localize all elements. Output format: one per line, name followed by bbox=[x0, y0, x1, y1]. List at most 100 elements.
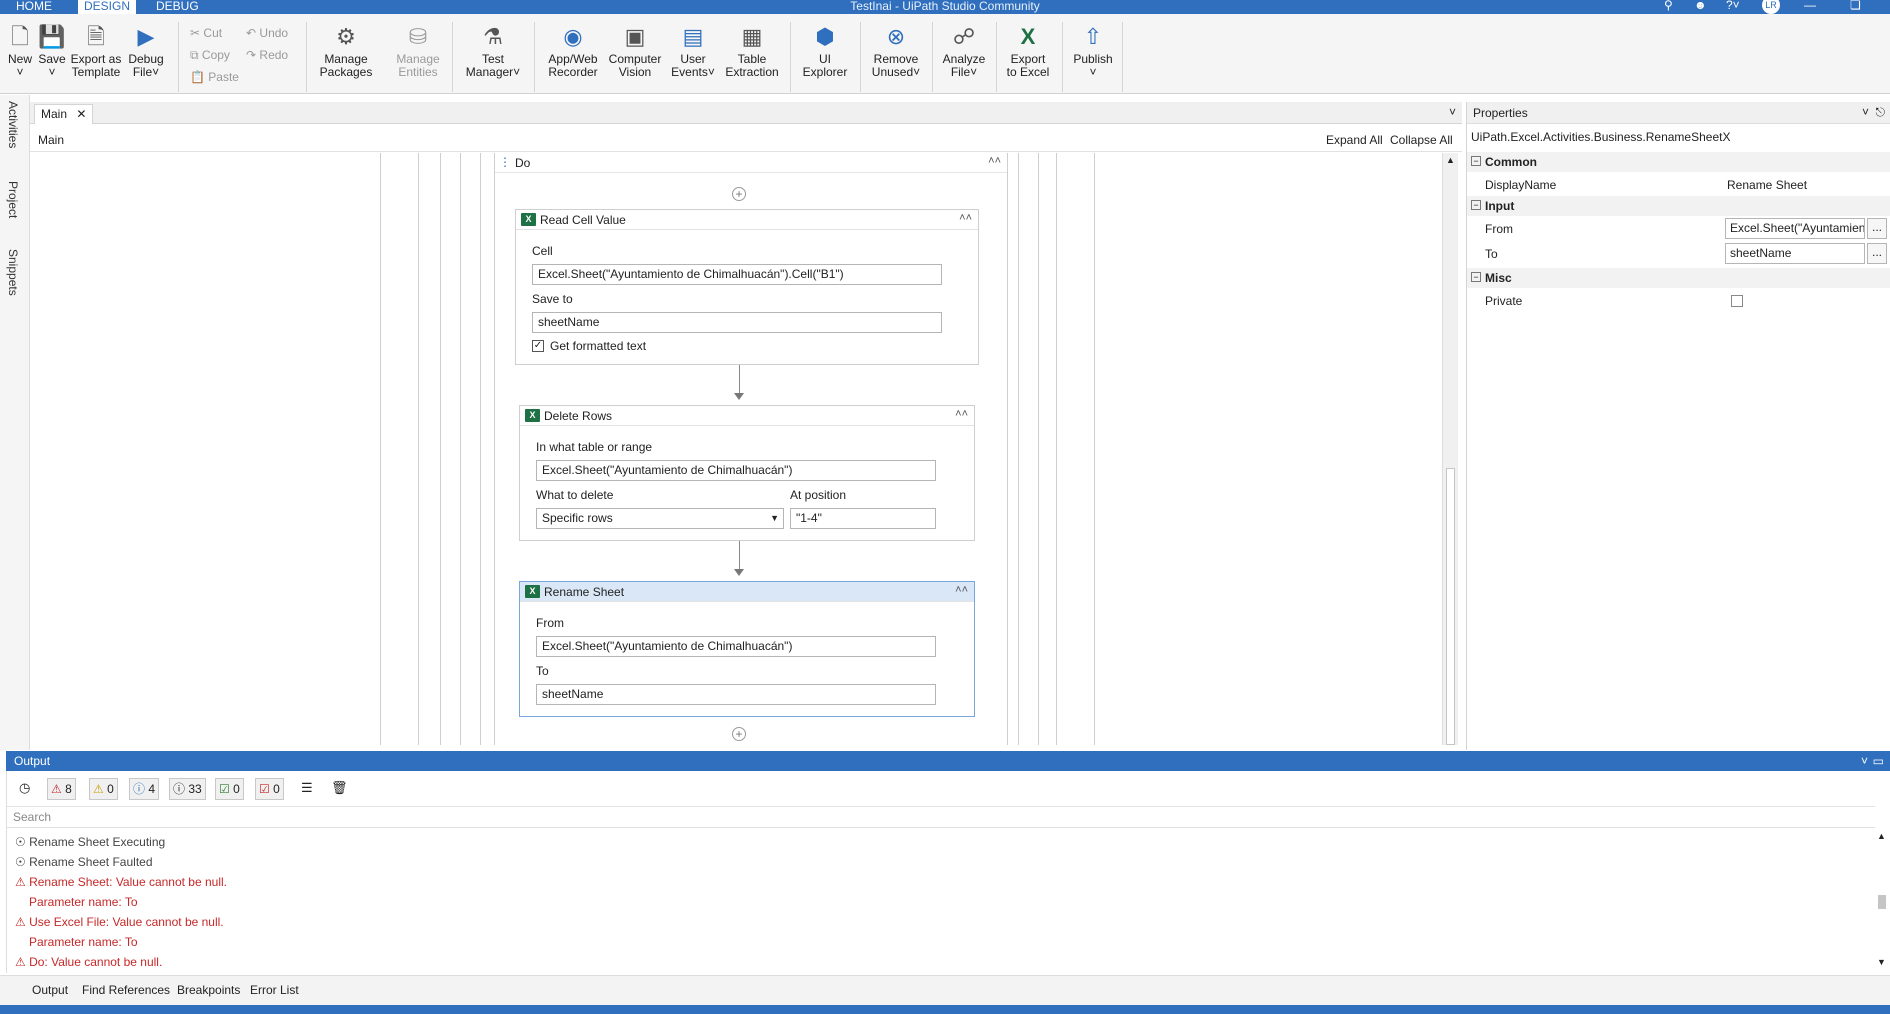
do-header[interactable]: ⋮ Do ˄˄ bbox=[495, 153, 1007, 173]
chevron-down-icon[interactable]: ˅ bbox=[1861, 754, 1868, 768]
tab-main[interactable]: Main ✕ bbox=[34, 104, 94, 124]
log-entry[interactable]: ☉ Rename Sheet Executing bbox=[15, 835, 165, 849]
computer-vision-button[interactable]: ▣ Computer Vision bbox=[606, 24, 664, 79]
from-ellipsis-button[interactable]: ... bbox=[1867, 218, 1887, 239]
close-icon[interactable]: ✕ bbox=[76, 107, 86, 121]
success-filter-button[interactable]: ☑ 0 bbox=[215, 778, 244, 800]
minimize-icon[interactable]: — bbox=[1804, 0, 1816, 12]
help-icon[interactable]: ?˅ bbox=[1726, 0, 1740, 12]
failed-filter-button[interactable]: ☑ 0 bbox=[255, 778, 284, 800]
save-to-input[interactable]: sheetName bbox=[532, 312, 942, 333]
output-search-input[interactable]: Search bbox=[7, 806, 1875, 828]
output-scrollbar[interactable]: ▲ ▼ bbox=[1875, 831, 1889, 971]
log-entry[interactable]: ⚠ Use Excel File: Value cannot be null. bbox=[15, 915, 224, 929]
trash-icon[interactable]: 🗑 bbox=[331, 780, 348, 796]
log-entry[interactable]: ☉ Rename Sheet Faulted bbox=[15, 855, 153, 869]
restore-icon[interactable]: ▭ bbox=[1873, 754, 1884, 768]
from-input[interactable]: Excel.Sheet("Ayuntamiento de Chimalhuacá… bbox=[536, 636, 936, 657]
expand-all-button[interactable]: Expand All bbox=[1326, 133, 1383, 147]
publish-button[interactable]: ⇧ Publish ˅ bbox=[1068, 24, 1118, 79]
activities-tab[interactable]: Activities bbox=[6, 101, 20, 148]
to-prop-input[interactable]: sheetName bbox=[1725, 243, 1865, 264]
at-position-input[interactable]: "1-4" bbox=[790, 508, 936, 529]
rename-sheet-header[interactable]: X Rename Sheet ˄˄ bbox=[520, 582, 974, 602]
log-entry[interactable]: Parameter name: To bbox=[29, 895, 138, 909]
range-input[interactable]: Excel.Sheet("Ayuntamiento de Chimalhuacá… bbox=[536, 460, 936, 481]
read-cell-value-activity[interactable]: X Read Cell Value ˄˄ Cell Excel.Sheet("A… bbox=[515, 209, 979, 365]
delete-rows-activity[interactable]: X Delete Rows ˄˄ In what table or range … bbox=[519, 405, 975, 541]
test-manager-button[interactable]: ⚗ Test Manager˅ bbox=[460, 24, 526, 79]
project-tab[interactable]: Project bbox=[6, 181, 20, 218]
clock-icon[interactable]: ◷ bbox=[19, 780, 30, 796]
user-events-button[interactable]: ▤ User Events˅ bbox=[668, 24, 718, 79]
trace-filter-button[interactable]: ⓘ 33 bbox=[169, 778, 206, 800]
tab-breakpoints[interactable]: Breakpoints bbox=[177, 983, 240, 997]
delete-rows-header[interactable]: X Delete Rows ˄˄ bbox=[520, 406, 974, 426]
scroll-up-icon[interactable]: ▲ bbox=[1877, 831, 1886, 841]
chevron-down-icon[interactable]: ˅ bbox=[1449, 105, 1456, 119]
scroll-thumb[interactable] bbox=[1446, 468, 1455, 745]
what-to-delete-select[interactable]: Specific rows ▼ bbox=[536, 508, 784, 529]
collapse-icon[interactable]: ˄˄ bbox=[955, 584, 968, 596]
collapse-icon[interactable]: ˄˄ bbox=[959, 212, 972, 224]
collapse-icon[interactable]: ˄˄ bbox=[988, 155, 1001, 167]
cell-input[interactable]: Excel.Sheet("Ayuntamiento de Chimalhuacá… bbox=[532, 264, 942, 285]
display-name-value[interactable]: Rename Sheet bbox=[1727, 178, 1807, 192]
private-checkbox[interactable] bbox=[1731, 295, 1743, 307]
tab-find-references[interactable]: Find References bbox=[82, 983, 170, 997]
workflow-canvas[interactable]: ⋮ Do ˄˄ + X Read Cell Value ˄˄ Cell Exce… bbox=[30, 153, 1442, 745]
collapse-category-icon[interactable]: − bbox=[1471, 156, 1481, 166]
redo-button[interactable]: ↷ Redo bbox=[246, 48, 288, 62]
do-container[interactable]: ⋮ Do ˄˄ + X Read Cell Value ˄˄ Cell Exce… bbox=[494, 153, 1008, 745]
export-template-button[interactable]: 🗎 Export as Template bbox=[70, 24, 122, 79]
export-excel-button[interactable]: X Export to Excel bbox=[1002, 24, 1054, 79]
search-icon[interactable]: ⚲ bbox=[1664, 0, 1673, 12]
canvas-scrollbar[interactable]: ▲ bbox=[1442, 153, 1458, 745]
log-entry[interactable]: ⚠ Rename Sheet: Value cannot be null. bbox=[15, 875, 227, 889]
tab-error-list[interactable]: Error List bbox=[250, 983, 299, 997]
warnings-filter-button[interactable]: ⚠ 0 bbox=[89, 778, 118, 800]
to-ellipsis-button[interactable]: ... bbox=[1867, 243, 1887, 264]
errors-filter-button[interactable]: ⚠ 8 bbox=[47, 778, 76, 800]
paste-button[interactable]: 📋 Paste bbox=[190, 70, 239, 84]
add-activity-icon[interactable]: + bbox=[732, 727, 746, 741]
category-misc[interactable]: − Misc bbox=[1467, 268, 1890, 288]
debug-file-button[interactable]: ▶ Debug File˅ bbox=[126, 24, 166, 79]
recorder-button[interactable]: ◉ App/Web Recorder bbox=[544, 24, 602, 79]
collapse-icon[interactable]: ˄˄ bbox=[955, 408, 968, 420]
maximize-icon[interactable]: ❏ bbox=[1850, 0, 1861, 12]
chevron-down-icon[interactable]: ˅ bbox=[1862, 105, 1869, 119]
save-button[interactable]: 💾 Save ˅ bbox=[38, 24, 66, 79]
table-extraction-button[interactable]: ▦ Table Extraction bbox=[722, 24, 782, 79]
collapse-category-icon[interactable]: − bbox=[1471, 200, 1481, 210]
read-cell-value-header[interactable]: X Read Cell Value ˄˄ bbox=[516, 210, 978, 230]
category-input[interactable]: − Input bbox=[1467, 196, 1890, 216]
collapse-all-button[interactable]: Collapse All bbox=[1390, 133, 1453, 147]
ui-explorer-button[interactable]: ⬢ UI Explorer bbox=[800, 24, 850, 79]
user-feedback-icon[interactable]: ☻ bbox=[1694, 0, 1707, 12]
manage-entities-button[interactable]: ⛁ Manage Entities bbox=[392, 24, 444, 79]
new-button[interactable]: 🗋 New ˅ bbox=[6, 24, 34, 79]
formatted-text-checkbox[interactable]: ✓ bbox=[532, 340, 544, 352]
rename-sheet-activity[interactable]: X Rename Sheet ˄˄ From Excel.Sheet("Ayun… bbox=[519, 581, 975, 717]
manage-packages-button[interactable]: ⚙ Manage Packages bbox=[318, 24, 374, 79]
scroll-up-icon[interactable]: ▲ bbox=[1446, 155, 1455, 165]
log-entry[interactable]: Parameter name: To bbox=[29, 935, 138, 949]
filter-list-icon[interactable]: ☰ bbox=[301, 780, 313, 796]
info-filter-button[interactable]: ⓘ 4 bbox=[129, 778, 160, 800]
snippets-tab[interactable]: Snippets bbox=[6, 249, 20, 296]
scroll-thumb[interactable] bbox=[1878, 895, 1886, 909]
remove-unused-button[interactable]: ⊗ Remove Unused˅ bbox=[868, 24, 924, 79]
log-entry[interactable]: ⚠ Do: Value cannot be null. bbox=[15, 955, 162, 969]
analyze-file-button[interactable]: ☍ Analyze File˅ bbox=[940, 24, 988, 79]
to-input[interactable]: sheetName bbox=[536, 684, 936, 705]
tab-output[interactable]: Output bbox=[32, 983, 68, 997]
collapse-category-icon[interactable]: − bbox=[1471, 272, 1481, 282]
pin-icon[interactable]: ⎋ bbox=[1876, 105, 1886, 120]
undo-button[interactable]: ↶ Undo bbox=[246, 26, 288, 40]
category-common[interactable]: − Common bbox=[1467, 152, 1890, 172]
breadcrumb-main[interactable]: Main bbox=[38, 133, 64, 147]
cut-button[interactable]: ✂ Cut bbox=[190, 26, 222, 40]
from-prop-input[interactable]: Excel.Sheet("Ayuntamien bbox=[1725, 218, 1865, 239]
copy-button[interactable]: ⧉ Copy bbox=[190, 48, 230, 63]
